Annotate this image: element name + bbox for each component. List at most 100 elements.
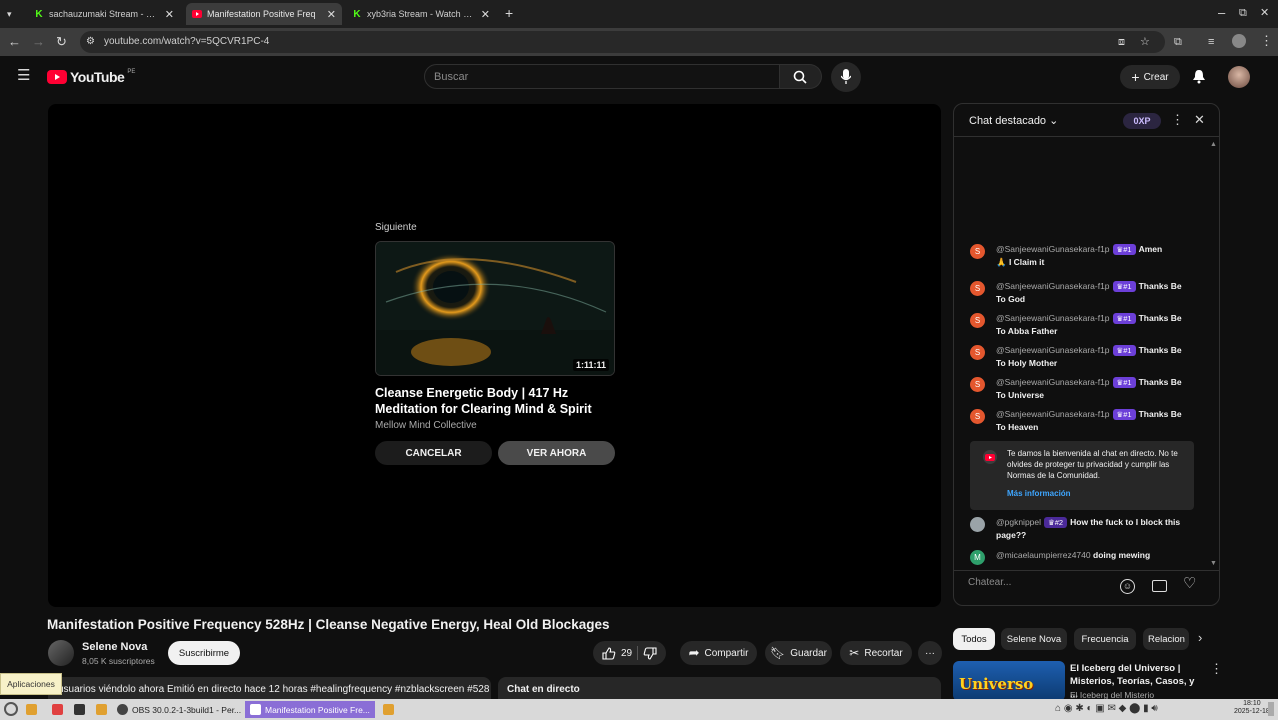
minimize-icon[interactable]: – [1218, 6, 1225, 20]
tab-sachauzumaki[interactable]: K sachauzumaki Stream - Watc ✕ [28, 3, 180, 25]
share-icon: ➦ [688, 645, 700, 660]
save-button[interactable]: 🔖︎ Guardar [765, 641, 832, 665]
user-avatar [970, 517, 985, 532]
kick-icon: K [35, 8, 43, 20]
youtube-play-icon [47, 70, 67, 84]
chat-message: S @SanjeewaniGunasekara-f1p ♛#1 Thanks Be T… [970, 280, 1200, 306]
chat-message: M @micaelaumpierrez4740 doing mewing [970, 549, 1200, 565]
youtube-logo[interactable]: YouTube PE [47, 69, 135, 85]
close-tab-icon[interactable]: ✕ [481, 8, 490, 21]
chip-related[interactable]: Relacion [1143, 628, 1189, 650]
description-box[interactable]: usuarios viéndolo ahora Emitió en direct… [48, 677, 491, 699]
chrome-icon[interactable] [383, 704, 394, 715]
folder-icon[interactable] [96, 704, 107, 715]
voice-search-button[interactable] [831, 62, 861, 92]
search-input[interactable]: Buscar [424, 64, 780, 89]
clip-button[interactable]: ✂ Recortar [840, 641, 912, 665]
crown-badge: ♛#1 [1112, 345, 1136, 356]
notifications-bell-icon[interactable] [1192, 69, 1206, 84]
scroll-up-arrow[interactable]: ▲ [1210, 138, 1217, 152]
cast-icon[interactable]: ⧈ [1118, 35, 1125, 49]
xp-badge[interactable]: 0XP [1123, 113, 1161, 129]
live-chat-toggle[interactable]: Chat en directo [498, 677, 941, 699]
create-button[interactable]: + Crear [1120, 65, 1180, 89]
reload-icon[interactable]: ↻ [56, 35, 67, 49]
watch-now-button[interactable]: VER AHORA [498, 441, 615, 465]
tab-xyb3ria[interactable]: K xyb3ria Stream - Watch Live ✕ [346, 3, 496, 25]
chat-message: S @SanjeewaniGunasekara-f1p ♛#1 Thanks Be T… [970, 408, 1200, 434]
extensions-icon[interactable]: ⧉ [1174, 35, 1182, 49]
close-tab-icon[interactable]: ✕ [165, 8, 174, 21]
bookmark-star-icon[interactable]: ☆ [1140, 35, 1150, 49]
like-button[interactable]: 29 [602, 646, 633, 660]
chat-message: @pgknippel ♛#2 How the fuck to I block thi… [970, 516, 1200, 542]
tab-menu-icon[interactable]: ▾ [7, 7, 12, 21]
chip-frequency[interactable]: Frecuencia [1074, 628, 1136, 650]
chat-mode-dropdown[interactable]: Chat destacado ⌄ [969, 114, 1058, 127]
channel-avatar[interactable] [48, 640, 74, 666]
show-desktop-button[interactable] [1268, 702, 1274, 716]
up-next-title[interactable]: Cleanse Energetic Body | 417 Hz Meditati… [375, 385, 620, 417]
url-field[interactable]: ⚙ youtube.com/watch?v=5QCVR1PC-4 [80, 31, 1165, 53]
user-avatar: S [970, 281, 985, 296]
crown-badge: ♛#1 [1112, 409, 1136, 420]
thumbnail-image [376, 242, 614, 375]
recommendation-thumbnail[interactable]: Universo [953, 661, 1065, 701]
os-taskbar: OBS 30.0.2-1-3build1 - Per... Manifestat… [0, 699, 1278, 720]
search-button[interactable] [780, 64, 822, 89]
close-window-icon[interactable]: ✕ [1260, 6, 1269, 20]
chat-header: Chat destacado ⌄ 0XP ⋮ ✕ [954, 104, 1219, 137]
hamburger-menu-icon[interactable]: ☰ [17, 68, 30, 83]
system-clock[interactable]: 18:10 2025-12-18 [1234, 700, 1270, 716]
browser-icon[interactable] [52, 704, 63, 715]
scroll-down-arrow[interactable]: ▼ [1210, 557, 1217, 571]
channel-name[interactable]: Selene Nova [82, 641, 147, 653]
emoji-icon[interactable]: ☺ [1120, 579, 1135, 594]
more-actions-button[interactable]: ··· [918, 641, 942, 665]
like-count: 29 [620, 647, 633, 659]
new-tab-button[interactable]: + [505, 6, 513, 20]
thumbs-down-icon[interactable] [643, 646, 657, 660]
user-avatar: S [970, 409, 985, 424]
files-icon[interactable] [26, 704, 37, 715]
site-info-icon[interactable]: ⚙ [86, 35, 95, 49]
back-icon[interactable]: ← [8, 35, 21, 49]
browser-menu-icon[interactable]: ⋮ [1260, 34, 1273, 48]
account-avatar[interactable] [1228, 66, 1250, 88]
tab-manifestation[interactable]: Manifestation Positive Freq ✕ [186, 3, 342, 25]
forward-icon[interactable]: → [32, 35, 45, 49]
start-menu-icon[interactable] [4, 702, 18, 716]
cancel-autoplay-button[interactable]: CANCELAR [375, 441, 492, 465]
chip-channel[interactable]: Selene Nova [1001, 628, 1067, 650]
close-tab-icon[interactable]: ✕ [327, 8, 336, 21]
super-chat-icon[interactable] [1152, 580, 1167, 592]
share-button[interactable]: ➦ Compartir [680, 641, 757, 665]
search-icon [793, 70, 807, 84]
chat-message: S @SanjeewaniGunasekara-f1p ♛#1 Amen 🙏 I Cl… [970, 243, 1200, 269]
chevron-right-icon[interactable]: › [1198, 631, 1202, 645]
crown-badge: ♛#1 [1112, 377, 1136, 388]
up-next-channel[interactable]: Mellow Mind Collective [375, 420, 477, 431]
chip-all[interactable]: Todos [953, 628, 995, 650]
chat-input[interactable]: Chatear... [968, 577, 1113, 588]
browser-tab-bar: ▾ K sachauzumaki Stream - Watc ✕ Manifes… [0, 0, 1278, 28]
taskbar-obs[interactable]: OBS 30.0.2-1-3build1 - Per... [112, 701, 242, 718]
more-info-link[interactable]: Más información [1007, 488, 1071, 499]
system-tray-icons[interactable]: ⌂ ◉ ✱ ◐ ▣ ✉ ◆ ⬤ ▮ 🔊︎ [1055, 703, 1158, 714]
media-icon[interactable]: ≡ [1208, 35, 1214, 49]
video-duration: 1:11:11 [572, 359, 609, 371]
recommendation-more-icon[interactable]: ⋮ [1210, 662, 1223, 676]
user-avatar: S [970, 345, 985, 360]
subscribe-button[interactable]: Suscribirme [168, 641, 240, 665]
up-next-thumbnail[interactable]: 1:11:11 [375, 241, 615, 376]
heart-icon[interactable]: ♡ [1183, 576, 1196, 591]
scissors-icon: ✂ [849, 646, 860, 660]
plus-icon: + [1131, 69, 1140, 85]
terminal-icon[interactable] [74, 704, 85, 715]
profile-icon[interactable] [1232, 34, 1246, 48]
taskbar-browser-window[interactable]: Manifestation Positive Fre... [245, 701, 375, 718]
chat-message: S @SanjeewaniGunasekara-f1p ♛#1 Thanks Be T… [970, 344, 1200, 370]
maximize-icon[interactable]: ⧉ [1239, 6, 1247, 20]
chat-more-icon[interactable]: ⋮ [1171, 113, 1184, 127]
close-chat-icon[interactable]: ✕ [1194, 113, 1205, 127]
